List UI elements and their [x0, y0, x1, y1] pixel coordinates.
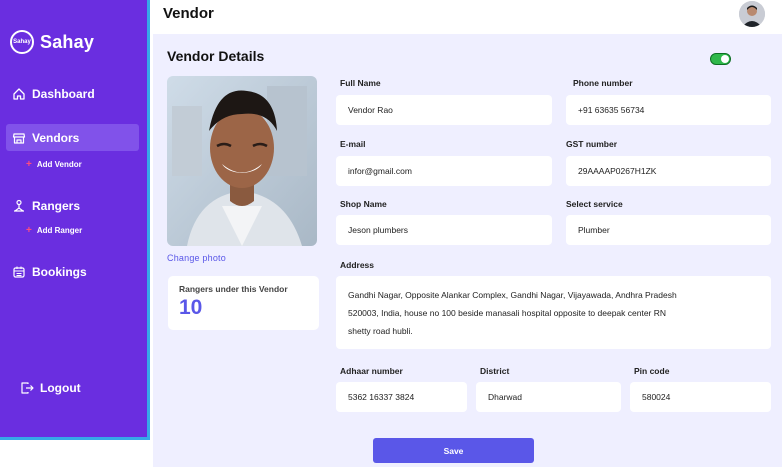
logout-icon — [21, 381, 34, 394]
pincode-label: Pin code — [634, 366, 670, 376]
calendar-icon — [13, 266, 25, 278]
sidebar-item-label: Vendors — [32, 130, 80, 145]
section-title: Vendor Details — [167, 48, 265, 64]
pincode-field[interactable]: 580024 — [630, 382, 771, 412]
full-name-field[interactable]: Vendor Rao — [336, 95, 552, 125]
store-icon — [12, 132, 26, 144]
sidebar: Sahay Sahay Dashboard Vendors + Add Vend… — [0, 0, 150, 440]
sidebar-item-label: Dashboard — [32, 86, 95, 101]
sidebar-item-label: Bookings — [32, 264, 87, 279]
plus-icon: + — [26, 224, 32, 236]
phone-label: Phone number — [573, 78, 633, 88]
rangers-count-value: 10 — [179, 296, 203, 319]
sidebar-item-label: Rangers — [32, 198, 81, 213]
logo-mark-text: Sahay — [13, 39, 31, 45]
app-name: Sahay — [40, 31, 95, 52]
email-field[interactable]: infor@gmail.com — [336, 156, 552, 186]
header: Vendor — [153, 0, 782, 34]
adhaar-field[interactable]: 5362 16337 3824 — [336, 382, 467, 412]
save-button[interactable]: Save — [373, 438, 534, 463]
rangers-count-card: Rangers under this Vendor 10 — [168, 276, 319, 330]
address-line-1: Gandhi Nagar, Opposite Alankar Complex, … — [348, 290, 677, 300]
service-label: Select service — [566, 199, 623, 209]
home-icon — [13, 87, 25, 100]
shop-name-field[interactable]: Jeson plumbers — [336, 215, 552, 245]
logout-button[interactable]: Logout — [14, 374, 147, 401]
address-field[interactable]: Gandhi Nagar, Opposite Alankar Complex, … — [336, 276, 771, 349]
gst-field[interactable]: 29AAAAP0267H1ZK — [566, 156, 771, 186]
sidebar-subitem-label: Add Vendor — [36, 160, 82, 169]
address-line-2: 520003, India, house no 100 beside manas… — [348, 308, 667, 318]
avatar[interactable] — [739, 1, 765, 27]
rangers-count-label: Rangers under this Vendor — [179, 284, 288, 294]
vendor-photo-image — [167, 76, 317, 246]
logo-icon: Sahay — [10, 30, 34, 54]
email-label: E-mail — [340, 139, 366, 149]
app-logo[interactable]: Sahay Sahay — [10, 30, 94, 54]
main-content: Vendor Details Change photo Rangers unde… — [153, 34, 782, 467]
sidebar-item-dashboard[interactable]: Dashboard — [6, 80, 139, 107]
page-title: Vendor — [163, 5, 214, 22]
phone-field[interactable]: +91 63635 56734 — [566, 95, 771, 125]
gst-label: GST number — [566, 139, 618, 149]
logout-label: Logout — [40, 380, 81, 395]
sidebar-item-bookings[interactable]: Bookings — [6, 258, 139, 285]
vendor-status-toggle[interactable] — [710, 53, 731, 65]
district-label: District — [480, 366, 510, 376]
ranger-icon — [14, 199, 24, 212]
plus-icon: + — [26, 158, 32, 170]
sidebar-item-rangers[interactable]: Rangers — [6, 192, 139, 219]
district-field[interactable]: Dharwad — [476, 382, 621, 412]
vendor-photo — [167, 76, 317, 246]
service-select[interactable]: Plumber — [566, 215, 771, 245]
sidebar-subitem-add-vendor[interactable]: + Add Vendor — [26, 158, 82, 170]
shop-name-label: Shop Name — [340, 199, 387, 209]
sidebar-item-vendors[interactable]: Vendors — [6, 124, 139, 151]
address-line-3: shetty road hubli. — [348, 326, 413, 336]
toggle-knob — [721, 55, 729, 63]
change-photo-link[interactable]: Change photo — [167, 253, 226, 263]
address-label: Address — [340, 260, 375, 270]
sidebar-subitem-add-ranger[interactable]: + Add Ranger — [26, 224, 83, 236]
adhaar-label: Adhaar number — [340, 366, 403, 376]
full-name-label: Full Name — [340, 78, 381, 88]
sidebar-subitem-label: Add Ranger — [36, 226, 83, 235]
user-avatar-image — [739, 1, 765, 27]
